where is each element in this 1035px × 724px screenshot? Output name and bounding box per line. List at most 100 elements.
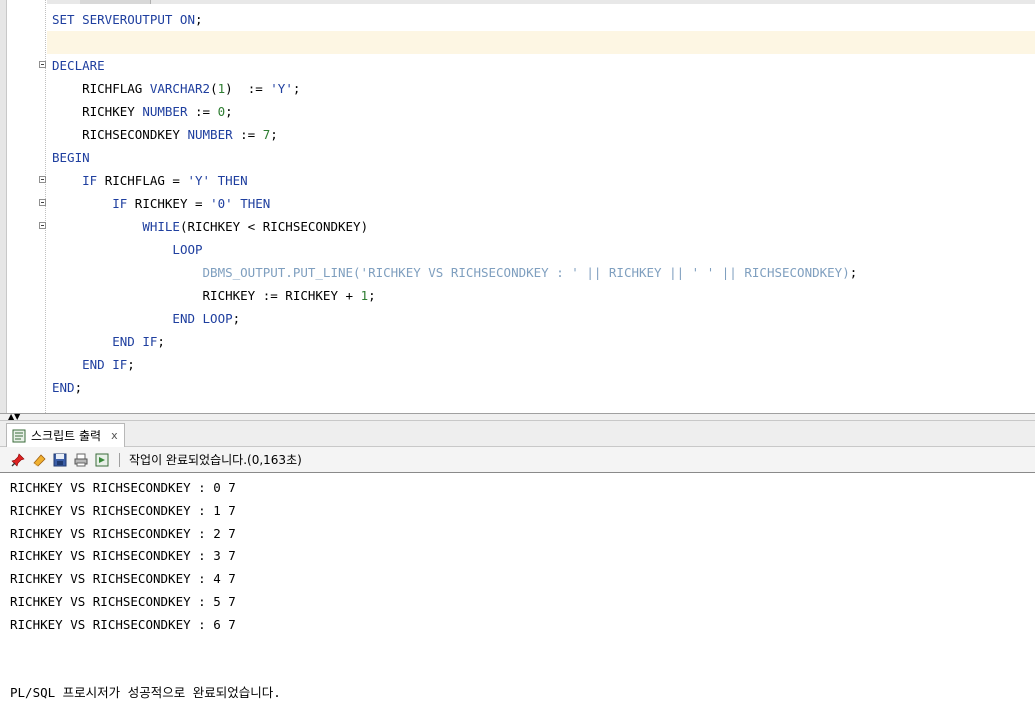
code-token: END — [52, 380, 75, 395]
code-token: END IF — [112, 334, 158, 349]
code-token: ; — [195, 12, 203, 27]
code-token: BEGIN — [52, 150, 90, 165]
fold-toggle-icon[interactable] — [39, 176, 46, 183]
code-token: (RICHKEY < RICHSECONDKEY) — [179, 219, 369, 234]
code-token: ; — [849, 265, 858, 280]
tab-script-output[interactable]: 스크립트 출력 x — [6, 423, 125, 447]
code-token: RICHFLAG — [52, 81, 150, 96]
output-line: RICHKEY VS RICHSECONDKEY : 2 7 — [10, 526, 236, 541]
code-token: DBMS_OUTPUT.PUT_LINE('RICHKEY VS RICHSEC… — [202, 265, 850, 280]
tab-label: 스크립트 출력 — [31, 429, 102, 443]
code-token: 1 — [217, 81, 226, 96]
editor-left-bar — [0, 0, 7, 413]
code-token: IF — [112, 196, 128, 211]
code-line[interactable]: RICHSECONDKEY NUMBER := 7; — [52, 123, 278, 146]
code-token: THEN — [240, 196, 271, 211]
code-line[interactable]: SET SERVEROUTPUT ON; — [52, 8, 203, 31]
code-token: ; — [270, 127, 278, 142]
code-line[interactable]: WHILE(RICHKEY < RICHSECONDKEY) — [52, 215, 368, 238]
code-token: IF — [82, 173, 98, 188]
code-line[interactable]: BEGIN — [52, 146, 90, 169]
output-line: RICHKEY VS RICHSECONDKEY : 3 7 — [10, 548, 236, 563]
output-line: RICHKEY VS RICHSECONDKEY : 6 7 — [10, 617, 236, 632]
output-line: RICHKEY VS RICHSECONDKEY : 5 7 — [10, 594, 236, 609]
code-token: DECLARE — [52, 58, 105, 73]
code-token: ; — [74, 380, 83, 395]
toolbar-divider — [119, 452, 120, 467]
script-output-icon — [11, 428, 27, 444]
code-line[interactable]: END IF; — [52, 353, 135, 376]
code-line[interactable]: RICHKEY NUMBER := 0; — [52, 100, 233, 123]
code-token: := — [232, 127, 263, 142]
code-token: RICHFLAG = — [97, 173, 188, 188]
code-line[interactable]: END LOOP; — [52, 307, 240, 330]
code-token: := — [187, 104, 218, 119]
code-line[interactable]: IF RICHKEY = '0' THEN — [52, 192, 270, 215]
status-message: 작업이 완료되었습니다.(0,163초) — [129, 453, 302, 467]
code-line[interactable]: RICHKEY := RICHKEY + 1; — [52, 284, 376, 307]
editor-top-strip — [0, 0, 1035, 4]
fold-toggle-icon[interactable] — [39, 61, 46, 68]
code-line[interactable]: END IF; — [52, 330, 165, 353]
output-line: RICHKEY VS RICHSECONDKEY : 4 7 — [10, 571, 236, 586]
fold-toggle-icon[interactable] — [39, 199, 46, 206]
code-token: 'Y' — [187, 173, 211, 188]
close-icon[interactable]: x — [111, 429, 118, 442]
print-icon[interactable] — [73, 452, 89, 468]
code-line[interactable]: DECLARE — [52, 54, 105, 77]
code-token: 1 — [360, 288, 369, 303]
code-token: ; — [368, 288, 376, 303]
code-token: 'Y' — [270, 81, 293, 96]
code-token: ; — [225, 104, 233, 119]
code-line[interactable]: END; — [52, 376, 82, 399]
script-output-area[interactable]: RICHKEY VS RICHSECONDKEY : 0 7 RICHKEY V… — [0, 473, 1035, 724]
current-line-highlight — [47, 31, 1035, 54]
code-token: '0' — [210, 196, 233, 211]
code-token: SET SERVEROUTPUT ON — [52, 12, 195, 27]
code-token: WHILE — [142, 219, 180, 234]
code-line[interactable]: LOOP — [52, 238, 203, 261]
code-token: RICHSECONDKEY — [52, 127, 188, 142]
code-token: END IF — [82, 357, 128, 372]
code-token: ; — [127, 357, 135, 372]
output-line: RICHKEY VS RICHSECONDKEY : 1 7 — [10, 503, 236, 518]
panel-splitter[interactable]: ▲▼ — [0, 413, 1035, 421]
code-line[interactable]: DBMS_OUTPUT.PUT_LINE('RICHKEY VS RICHSEC… — [52, 261, 858, 284]
splitter-arrows-icon[interactable]: ▲▼ — [8, 413, 20, 421]
code-line[interactable]: IF RICHFLAG = 'Y' THEN — [52, 169, 248, 192]
code-token: RICHKEY — [52, 104, 143, 119]
code-token: ; — [157, 334, 165, 349]
code-token: ) := — [225, 81, 271, 96]
code-token: LOOP — [172, 242, 203, 257]
output-line: RICHKEY VS RICHSECONDKEY : 0 7 — [10, 480, 236, 495]
save-icon[interactable] — [52, 452, 68, 468]
code-token: RICHKEY := RICHKEY + — [52, 288, 361, 303]
eraser-icon[interactable] — [31, 452, 47, 468]
code-token: END LOOP — [172, 311, 233, 326]
open-output-icon[interactable] — [94, 452, 110, 468]
sql-editor[interactable]: SET SERVEROUTPUT ON; DECLARE RICHFLAG VAR… — [0, 0, 1035, 413]
fold-toggle-icon[interactable] — [39, 222, 46, 229]
code-token: VARCHAR2 — [149, 81, 211, 96]
code-token: ; — [232, 311, 241, 326]
code-line[interactable]: RICHFLAG VARCHAR2(1) := 'Y'; — [52, 77, 300, 100]
code-token: RICHKEY = — [127, 196, 211, 211]
code-token: NUMBER — [187, 127, 233, 142]
pin-icon[interactable] — [10, 452, 26, 468]
output-tabbar: 스크립트 출력 x — [0, 421, 1035, 447]
output-toolbar: 작업이 완료되었습니다.(0,163초) — [0, 447, 1035, 473]
code-token: ( — [210, 81, 218, 96]
code-token: ; — [292, 81, 301, 96]
editor-tab[interactable] — [80, 0, 151, 4]
code-token: THEN — [217, 173, 248, 188]
code-token: 0 — [217, 104, 226, 119]
